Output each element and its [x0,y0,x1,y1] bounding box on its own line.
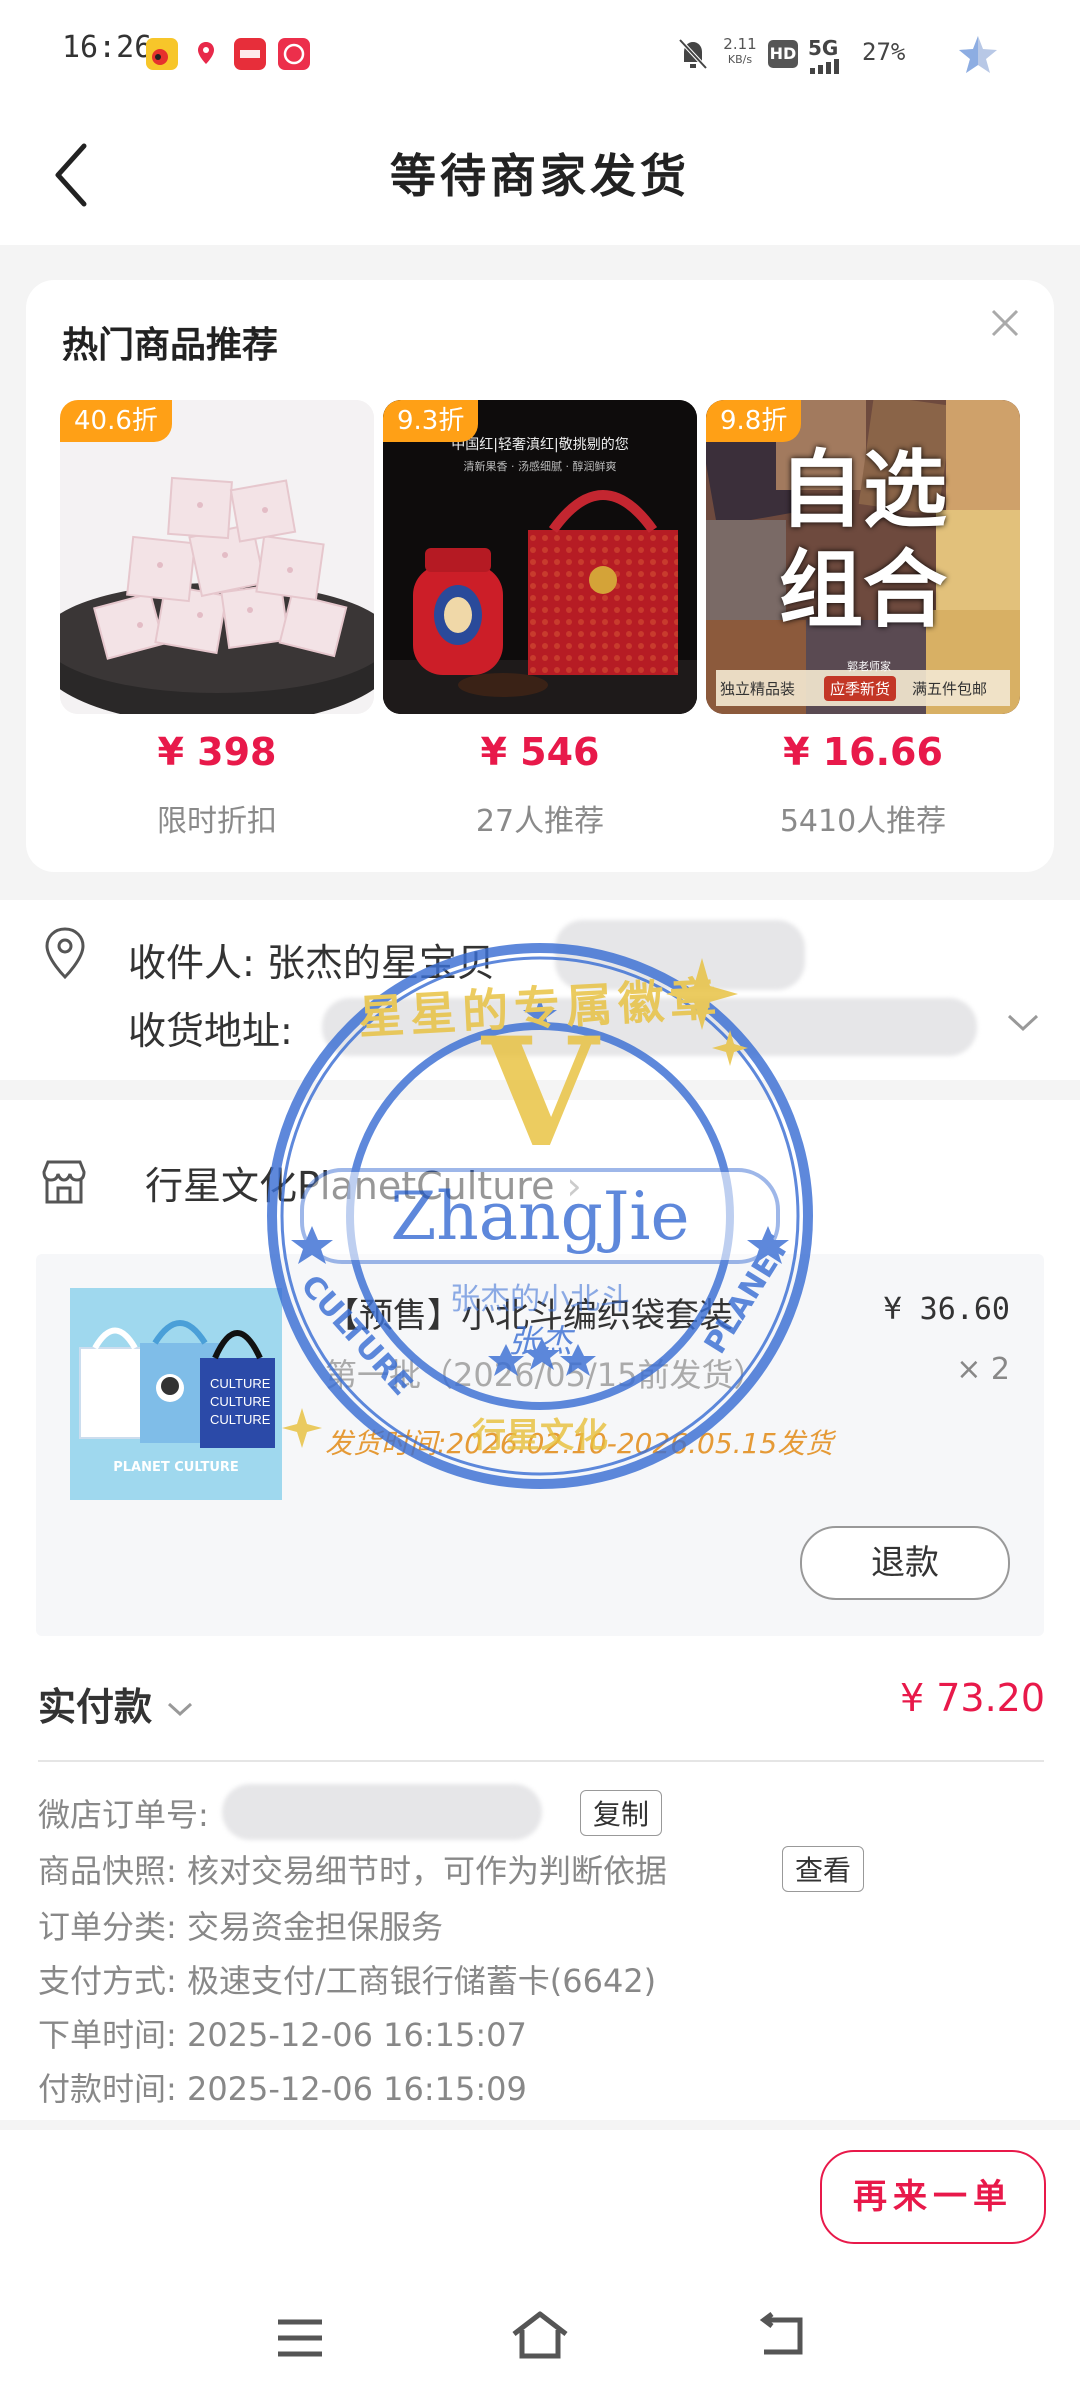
payment-method-row: 支付方式: 极速支付/工商银行储蓄卡(6642) [38,1962,657,2000]
snapshot-row: 商品快照: 核对交易细节时，可作为判断依据 [38,1852,667,1890]
thumb-brand-text: PLANET CULTURE [113,1460,239,1475]
copy-button[interactable]: 复制 [580,1790,663,1836]
paid-label: 实付款 [38,1685,153,1729]
category-row: 订单分类: 交易资金担保服务 [38,1908,443,1946]
menu-icon[interactable] [276,2318,324,2362]
back-nav-icon[interactable] [756,2312,806,2362]
grains-headline-1: 自选 [778,441,947,539]
product-price: ¥ 546 [480,730,600,774]
mute-bell-icon [676,36,710,76]
status-time: 16:26 [62,30,153,65]
fan-badge-watermark: 星星的专属徽章 V ZhangJie CULTURE PLANET 张杰的小北斗… [262,938,818,1494]
product-price: ¥ 16.66 [783,730,943,774]
weibo-icon [146,38,178,70]
order-time-row: 下单时间: 2025-12-06 16:15:07 [38,2016,527,2054]
redbook-app-icon [234,38,266,70]
star-icon [955,32,1001,82]
order-number-label: 微店订单号: [38,1796,209,1834]
recipient-label: 收件人: [128,941,255,985]
battery-level: 27% [862,38,906,66]
item-thumbnail[interactable]: CULTURE CULTURE CULTURE PLANET CULTURE [70,1288,282,1500]
tea-image-subline: 清新果香 · 汤感细腻 · 醇润鲜爽 [463,460,617,473]
network-type: 5G [808,36,839,60]
recommend-title: 热门商品推荐 [62,325,279,366]
badge-letter: V [481,1005,599,1181]
badge-name: ZhangJie [390,1178,690,1255]
discount-badge: 9.3折 [383,400,479,442]
grains-tag: 应季新货 [824,676,897,701]
item-qty: × 2 [956,1352,1010,1387]
item-price: ¥ 36.60 [883,1292,1010,1327]
product-price: ¥ 398 [157,730,277,774]
product-image-grains[interactable]: 自选 组合 郭老师家 独立精品装 应季新货 满五件包邮 [706,400,1020,714]
product-image-taro[interactable] [60,400,374,714]
grains-tag: 独立精品装 [720,680,796,698]
badge-signature: 张杰 [507,1322,572,1360]
grains-tag-top: 郭老师家 [847,660,891,673]
pay-time-row: 付款时间: 2025-12-06 16:15:09 [38,2070,527,2108]
signal-icon [810,58,850,78]
map-pin-app-icon [190,38,222,70]
speed-value: 2.11 [723,35,757,53]
page-title: 等待商家发货 [390,149,690,203]
home-icon[interactable] [510,2310,570,2364]
discount-badge: 40.6折 [60,400,172,442]
location-pin-icon [40,925,90,981]
product-subtitle: 5410人推荐 [779,804,947,839]
grains-tag: 满五件包邮 [912,680,988,698]
chevron-down-icon [165,1685,195,1729]
order-number-row: 微店订单号: [38,1790,209,1836]
paid-toggle[interactable]: 实付款 [38,1676,195,1731]
reorder-button[interactable]: 再来一单 [820,2150,1046,2244]
badge-bottom-text: 行星文化 [472,1416,608,1456]
product-subtitle: 27人推荐 [475,804,605,839]
store-icon [38,1158,90,1206]
paid-amount: ¥ 73.20 [899,1676,1045,1720]
product-subtitle: 限时折扣 [157,804,277,839]
product-image-tea[interactable]: 中国红|轻奢滇红|敬挑剔的您 清新果香 · 汤感细腻 · 醇润鲜爽 [383,400,697,714]
grains-headline-2: 组合 [778,541,947,639]
chevron-down-icon[interactable] [1006,1002,1040,1042]
close-icon[interactable] [990,302,1020,348]
divider [38,1760,1044,1762]
discount-badge: 9.8折 [706,400,802,442]
chat-app-icon [278,38,310,70]
hd-badge: HD [768,40,798,68]
speed-unit: KB/s [727,53,753,66]
redacted-order-number [222,1784,542,1840]
badge-middle-text: 张杰的小北斗 [450,1282,630,1317]
view-button[interactable]: 查看 [782,1846,865,1892]
network-speed: 2.11 KB/s [720,36,760,68]
refund-button[interactable]: 退款 [800,1526,1010,1600]
